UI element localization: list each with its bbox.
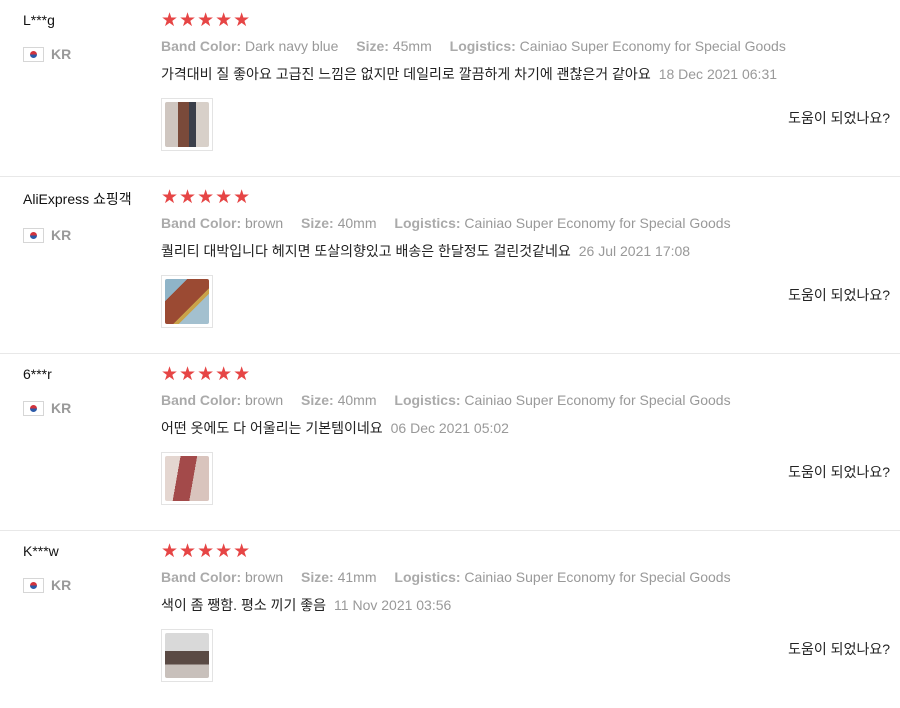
korea-flag-icon [23,227,44,243]
review-attributes: Band Color: brown Size: 40mm Logistics: … [161,215,900,231]
reviewer-name: L***g [23,12,55,28]
review-photo-thumbnail[interactable] [161,275,213,328]
country-code: KR [51,227,72,243]
review-item: 6***r KR ★★★★★ Band Color: brown Size: 4… [0,354,900,531]
review-date: 11 Nov 2021 03:56 [334,597,452,613]
helpful-button[interactable]: 도움이 되었나요? [788,639,890,659]
country-code: KR [51,400,72,416]
review-attributes: Band Color: Dark navy blue Size: 45mm Lo… [161,38,900,54]
watch-band-photo [165,456,209,501]
reviewer-country: KR [23,46,158,62]
review-date: 18 Dec 2021 06:31 [658,66,778,82]
review-text: 가격대비 질 좋아요 고급진 느낌은 없지만 데일리로 깔끔하게 차기에 괜찮은… [161,66,651,82]
reviewer-name: AliExpress 쇼핑객 [23,191,132,207]
reviewer-info: AliExpress 쇼핑객 KR [23,189,158,243]
attr-logistics: Logistics: Cainiao Super Economy for Spe… [394,215,731,231]
reviewer-info: 6***r KR [23,366,158,416]
review-attributes: Band Color: brown Size: 40mm Logistics: … [161,392,900,408]
attr-band-color: Band Color: brown [161,569,284,585]
review-text-line: 어떤 옷에도 다 어울리는 기본템이네요 06 Dec 2021 05:02 [161,418,900,438]
review-content: ★★★★★ Band Color: brown Size: 40mm Logis… [161,364,900,505]
attr-size: Size: 40mm [301,215,377,231]
reviewer-info: K***w KR [23,543,158,593]
review-item: L***g KR ★★★★★ Band Color: Dark navy blu… [0,0,900,177]
review-text-line: 가격대비 질 좋아요 고급진 느낌은 없지만 데일리로 깔끔하게 차기에 괜찮은… [161,64,900,84]
watch-band-photo [165,633,209,678]
review-photo-thumbnail[interactable] [161,452,213,505]
review-item: AliExpress 쇼핑객 KR ★★★★★ Band Color: brow… [0,177,900,354]
korea-flag-icon [23,400,44,416]
country-code: KR [51,577,72,593]
watch-band-photo [165,279,209,324]
attr-band-color: Band Color: Dark navy blue [161,38,339,54]
attr-band-color: Band Color: brown [161,392,284,408]
reviewer-name: K***w [23,543,59,559]
review-date: 26 Jul 2021 17:08 [578,243,691,259]
star-rating: ★★★★★ [161,10,252,31]
review-text-line: 색이 좀 쨍함. 평소 끼기 좋음 11 Nov 2021 03:56 [161,595,900,615]
attr-size: Size: 45mm [356,38,432,54]
attr-size: Size: 41mm [301,569,377,585]
review-attributes: Band Color: brown Size: 41mm Logistics: … [161,569,900,585]
review-photo-thumbnail[interactable] [161,629,213,682]
korea-flag-icon [23,46,44,62]
attr-logistics: Logistics: Cainiao Super Economy for Spe… [394,392,731,408]
review-photo-thumbnail[interactable] [161,98,213,151]
star-rating: ★★★★★ [161,187,252,208]
review-text: 색이 좀 쨍함. 평소 끼기 좋음 [161,597,327,613]
country-code: KR [51,46,72,62]
attr-logistics: Logistics: Cainiao Super Economy for Spe… [449,38,786,54]
helpful-button[interactable]: 도움이 되었나요? [788,285,890,305]
review-text: 어떤 옷에도 다 어울리는 기본템이네요 [161,420,383,436]
attr-band-color: Band Color: brown [161,215,284,231]
review-content: ★★★★★ Band Color: brown Size: 41mm Logis… [161,541,900,682]
review-content: ★★★★★ Band Color: brown Size: 40mm Logis… [161,187,900,328]
review-date: 06 Dec 2021 05:02 [390,420,509,436]
reviewer-country: KR [23,400,158,416]
reviewer-country: KR [23,227,158,243]
helpful-button[interactable]: 도움이 되었나요? [788,462,890,482]
review-item: K***w KR ★★★★★ Band Color: brown Size: 4… [0,531,900,708]
reviewer-country: KR [23,577,158,593]
attr-logistics: Logistics: Cainiao Super Economy for Spe… [394,569,731,585]
korea-flag-icon [23,577,44,593]
watch-band-photo [165,102,209,147]
review-text: 퀄리티 대박입니다 헤지면 또살의향있고 배송은 한달정도 걸린것같네요 [161,243,571,259]
review-content: ★★★★★ Band Color: Dark navy blue Size: 4… [161,10,900,151]
review-text-line: 퀄리티 대박입니다 헤지면 또살의향있고 배송은 한달정도 걸린것같네요 26 J… [161,241,900,261]
review-list: L***g KR ★★★★★ Band Color: Dark navy blu… [0,0,900,708]
reviewer-name: 6***r [23,366,52,382]
star-rating: ★★★★★ [161,541,252,562]
star-rating: ★★★★★ [161,364,252,385]
reviewer-info: L***g KR [23,12,158,62]
attr-size: Size: 40mm [301,392,377,408]
helpful-button[interactable]: 도움이 되었나요? [788,108,890,128]
